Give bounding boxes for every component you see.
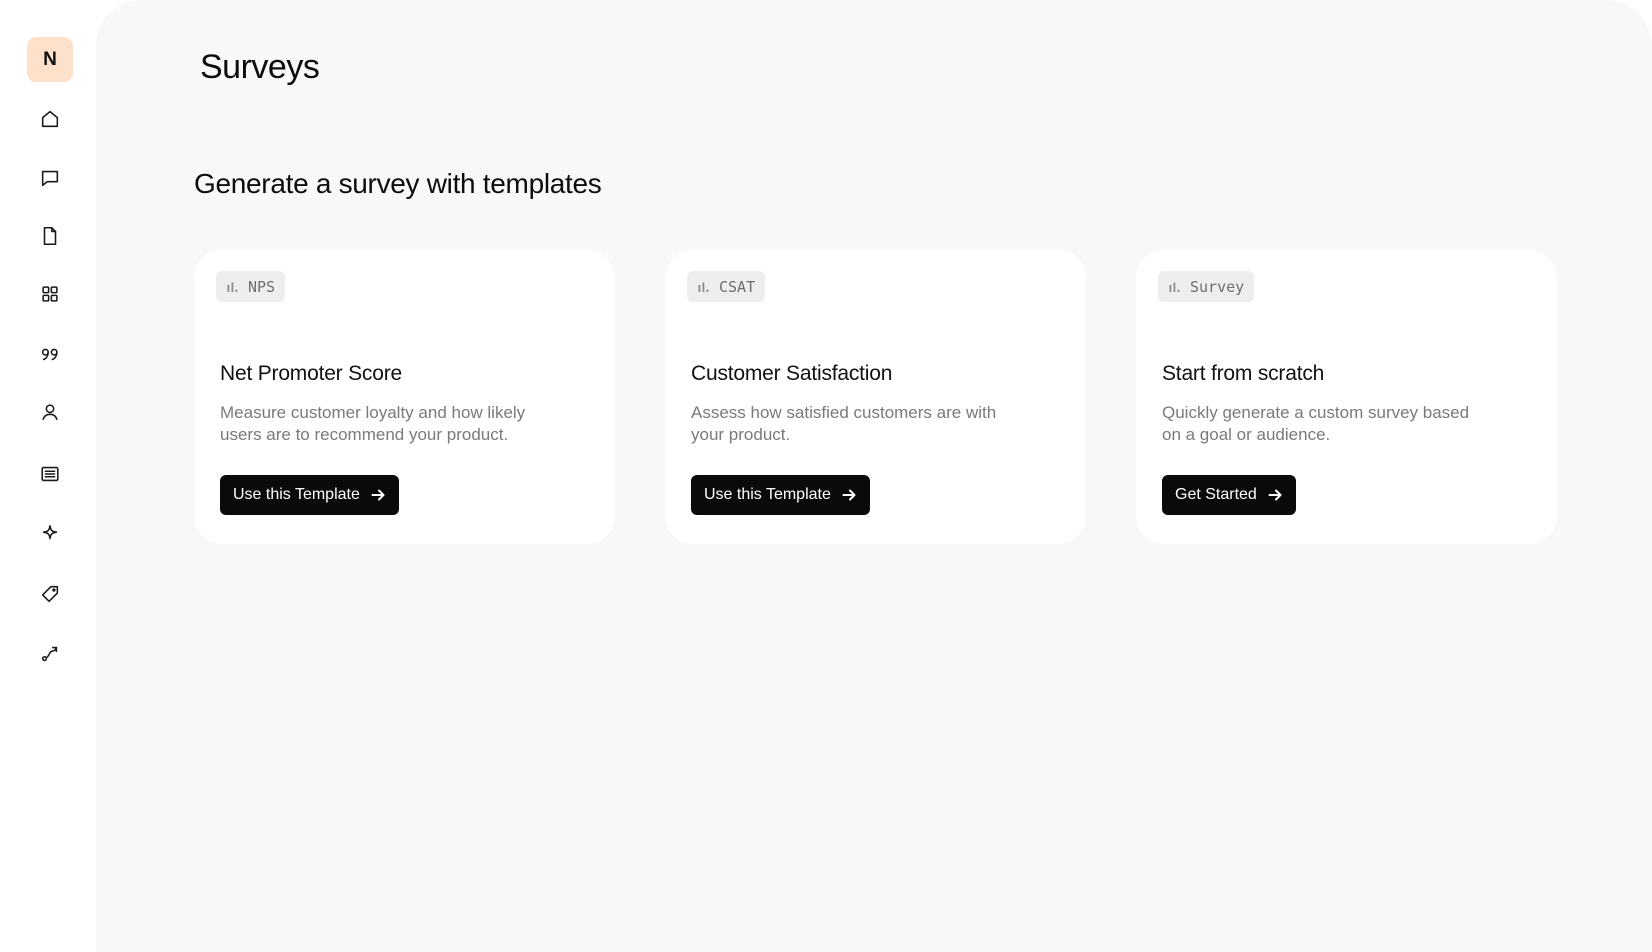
- card-title: Customer Satisfaction: [691, 362, 893, 385]
- button-label: Use this Template: [704, 486, 831, 503]
- sidebar-item-ai[interactable]: [34, 518, 66, 550]
- sidebar-item-tags[interactable]: [34, 578, 66, 610]
- app-window: N Surveys Generate a survey with templat…: [0, 0, 1652, 952]
- card-tag-label: NPS: [248, 277, 276, 296]
- list-icon: [41, 466, 59, 482]
- avatar[interactable]: N: [27, 37, 73, 82]
- sidebar-item-reports[interactable]: [34, 458, 66, 490]
- card-description: Assess how satisfied customers are with …: [691, 403, 997, 444]
- user-icon: [42, 404, 58, 421]
- bar-chart-icon: [227, 282, 238, 292]
- use-template-button[interactable]: Use this Template: [691, 475, 870, 515]
- avatar-initial: N: [43, 48, 57, 70]
- card-tag: CSAT: [687, 271, 766, 302]
- sidebar-item-messages[interactable]: [34, 162, 66, 194]
- tag-icon: [41, 585, 59, 603]
- home-icon: [41, 110, 59, 128]
- card-tag: NPS: [216, 271, 286, 302]
- card-tag: Survey: [1158, 271, 1255, 302]
- sidebar-item-documents[interactable]: [34, 220, 66, 252]
- sparkle-icon: [42, 524, 58, 540]
- sidebar-item-home[interactable]: [34, 103, 66, 135]
- sidebar-item-journeys[interactable]: [34, 638, 66, 670]
- quote-icon: [41, 348, 58, 361]
- bar-chart-icon: [698, 282, 709, 292]
- template-card-scratch: Survey Start from scratch Quickly genera…: [1136, 250, 1557, 544]
- page-title: Surveys: [200, 48, 320, 86]
- document-icon: [43, 226, 57, 246]
- arrow-right-icon: [1268, 489, 1282, 501]
- template-card-csat: CSAT Customer Satisfaction Assess how sa…: [665, 250, 1086, 544]
- sidebar-item-contacts[interactable]: [34, 396, 66, 428]
- sidebar-item-apps[interactable]: [34, 278, 66, 310]
- sidebar: N: [0, 0, 96, 952]
- card-description: Measure customer loyalty and how likely …: [220, 403, 526, 444]
- main-content: Surveys Generate a survey with templates…: [96, 0, 1652, 952]
- section-title: Generate a survey with templates: [194, 168, 602, 199]
- button-label: Use this Template: [233, 486, 360, 503]
- route-icon: [41, 646, 58, 662]
- arrow-right-icon: [842, 489, 856, 501]
- sidebar-item-testimonials[interactable]: [34, 338, 66, 370]
- arrow-right-icon: [371, 489, 385, 501]
- bar-chart-icon: [1169, 282, 1180, 292]
- card-title: Start from scratch: [1162, 362, 1325, 385]
- button-label: Get Started: [1175, 486, 1257, 503]
- grid-icon: [42, 286, 58, 302]
- card-tag-label: Survey: [1190, 277, 1245, 296]
- chat-icon: [41, 170, 59, 187]
- template-card-nps: NPS Net Promoter Score Measure customer …: [194, 250, 615, 544]
- card-title: Net Promoter Score: [220, 362, 402, 385]
- get-started-button[interactable]: Get Started: [1162, 475, 1296, 515]
- card-tag-label: CSAT: [719, 277, 756, 296]
- card-description: Quickly generate a custom survey based o…: [1162, 403, 1470, 444]
- use-template-button[interactable]: Use this Template: [220, 475, 399, 515]
